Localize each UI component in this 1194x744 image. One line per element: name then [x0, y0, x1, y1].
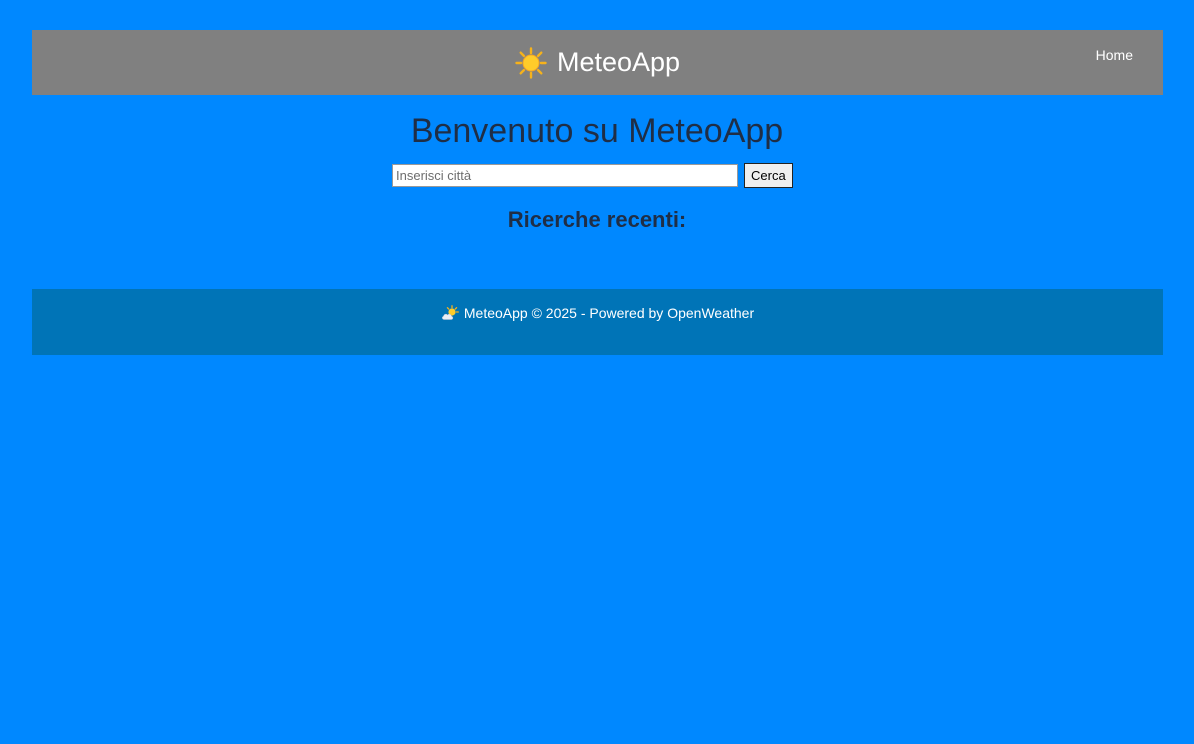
- footer-text: MeteoApp © 2025 - Powered by OpenWeather: [463, 305, 755, 321]
- brand: MeteoApp: [32, 30, 1163, 95]
- search-form: Cerca: [392, 163, 793, 188]
- recent-searches-heading: Ricerche recenti:: [507, 207, 687, 232]
- sun-behind-cloud-icon: [441, 305, 459, 320]
- search-button[interactable]: Cerca: [744, 163, 793, 188]
- page: MeteoApp Home Benvenuto su MeteoApp Cerc…: [0, 0, 1194, 744]
- app-header: MeteoApp Home: [32, 30, 1163, 95]
- city-search-input[interactable]: [392, 164, 738, 187]
- brand-title[interactable]: MeteoApp: [557, 47, 680, 78]
- page-title: Benvenuto su MeteoApp: [410, 112, 784, 150]
- sun-icon: [515, 46, 547, 79]
- nav-home-link[interactable]: Home: [1096, 47, 1133, 63]
- app-footer: MeteoApp © 2025 - Powered by OpenWeather: [32, 289, 1163, 355]
